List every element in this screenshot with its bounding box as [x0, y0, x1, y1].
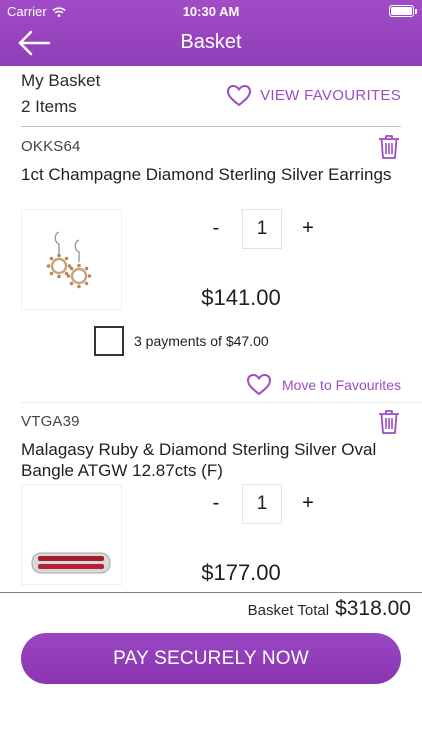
- item-price: $141.00: [201, 285, 281, 310]
- nav-bar: Basket: [0, 22, 422, 66]
- basket-total: Basket Total $318.00: [248, 597, 411, 621]
- basket-total-label: Basket Total: [247, 602, 330, 619]
- quantity-field[interactable]: 1: [242, 484, 282, 524]
- item-sku: OKKS64: [21, 138, 81, 155]
- item-name: Malagasy Ruby & Diamond Sterling Silver …: [21, 440, 377, 480]
- item-divider: [21, 402, 422, 403]
- pay-securely-button[interactable]: PAY SECURELY NOW: [21, 633, 401, 684]
- item-price: $177.00: [201, 560, 281, 585]
- decrease-quantity-button[interactable]: -: [206, 217, 226, 240]
- view-favourites-button[interactable]: VIEW FAVOURITES: [226, 84, 401, 107]
- item-image[interactable]: [21, 209, 122, 310]
- item-sku: VTGA39: [21, 413, 80, 430]
- quantity-field[interactable]: 1: [242, 209, 282, 249]
- move-to-favourites-label: Move to Favourites: [281, 376, 401, 393]
- decrease-quantity-button[interactable]: -: [206, 492, 226, 515]
- status-time: 10:30 AM: [182, 4, 240, 19]
- trash-icon: [379, 135, 399, 159]
- increase-quantity-button[interactable]: +: [298, 217, 318, 240]
- quantity-stepper: - 1 +: [206, 209, 324, 249]
- move-to-favourites-button[interactable]: Move to Favourites: [246, 373, 401, 396]
- basket-footer: Basket Total $318.00 PAY SECURELY NOW: [0, 592, 422, 750]
- basket-total-value: $318.00: [335, 597, 411, 620]
- basket-heading: My Basket: [21, 71, 101, 90]
- heart-outline-icon: [227, 84, 252, 107]
- basket-item-count: 2 Items: [21, 97, 77, 116]
- item-image[interactable]: [21, 484, 122, 585]
- increase-quantity-button[interactable]: +: [298, 492, 318, 515]
- battery-icon: [389, 5, 417, 17]
- trash-icon: [379, 410, 399, 434]
- heart-outline-icon: [246, 373, 271, 396]
- status-bar: Carrier 10:30 AM: [0, 0, 422, 22]
- basket-summary: My Basket 2 Items VIEW FAVOURITES: [21, 66, 401, 127]
- page-title: Basket: [180, 31, 242, 53]
- item-name: 1ct Champagne Diamond Sterling Silver Ea…: [21, 165, 392, 184]
- earrings-image: [46, 231, 92, 289]
- remove-item-button[interactable]: [378, 134, 400, 160]
- payment-option-checkbox[interactable]: [94, 326, 124, 356]
- payment-option: 3 payments of $47.00: [94, 326, 269, 356]
- quantity-stepper: - 1 +: [206, 484, 324, 524]
- remove-item-button[interactable]: [378, 409, 400, 435]
- bangle-image: [31, 552, 111, 574]
- view-favourites-label: VIEW FAVOURITES: [260, 87, 401, 104]
- payment-option-label: 3 payments of $47.00: [134, 333, 269, 349]
- top-bar: Carrier 10:30 AM Basket: [0, 0, 422, 66]
